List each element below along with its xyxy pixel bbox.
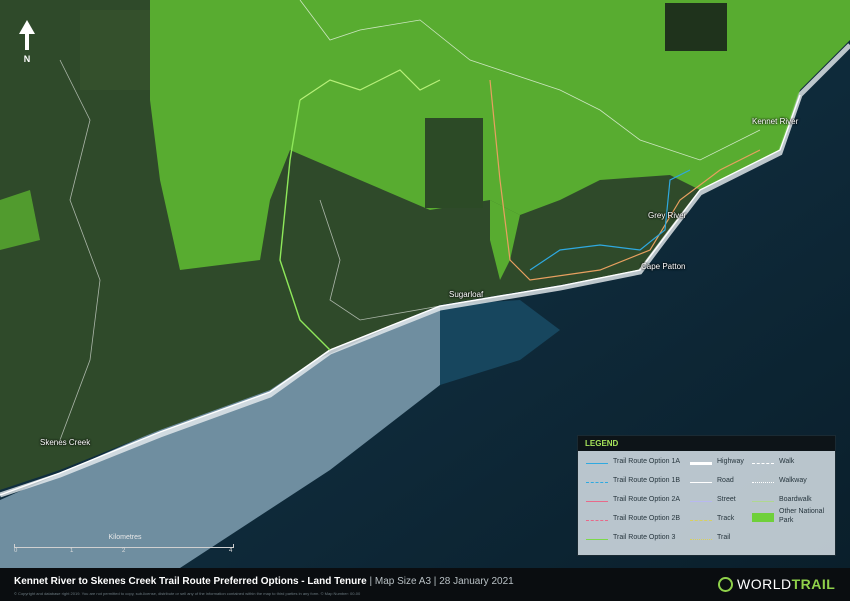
logo-word-trail: TRAIL (791, 576, 836, 592)
north-label: N (23, 54, 31, 64)
legend-swatch-2b (586, 520, 608, 521)
legend-item: Trail (717, 534, 731, 541)
legend-item: Track (717, 515, 735, 522)
map-title-block: Kennet River to Skenes Creek Trail Route… (14, 576, 514, 587)
legend-swatch-2a (586, 501, 608, 502)
legend-swatch-1a (586, 463, 608, 464)
legend-swatch-road (690, 482, 712, 483)
legend-swatch-walkway (752, 482, 774, 483)
forest-patch (425, 118, 483, 208)
forest-patch (80, 10, 150, 90)
scale-tick: 2 (122, 548, 126, 554)
footer-bar: Kennet River to Skenes Creek Trail Route… (0, 568, 850, 601)
legend-heading: LEGEND (578, 436, 835, 451)
legend-swatch-national-park (752, 513, 774, 522)
legend-item: Street (717, 496, 736, 503)
scale-tick: 0 (14, 548, 18, 554)
map-date: 28 January 2021 (439, 576, 514, 587)
map-size: Map Size A3 (374, 576, 432, 587)
north-arrow-icon (19, 20, 35, 50)
legend-item: Trail Route Option 3 (613, 534, 676, 541)
legend-swatch-walk (752, 463, 774, 464)
legend-swatch-street (690, 501, 712, 502)
legend-swatch-1b (586, 482, 608, 483)
scale-bar: Kilometres 0 1 2 4 (14, 534, 236, 558)
world-trail-logo-icon (718, 577, 733, 592)
legend-swatch-track (690, 520, 712, 521)
legend-item: Walk (779, 458, 795, 465)
legend-item: Highway (717, 458, 744, 465)
legend-swatch-highway (690, 462, 712, 465)
copyright-text: © Copyright and database right 2019. You… (14, 591, 361, 596)
legend-swatch-trail (690, 539, 712, 540)
forest-patch (665, 3, 727, 51)
place-label-skenes-creek: Skenes Creek (40, 438, 91, 447)
legend-swatch-boardwalk (752, 501, 774, 502)
legend-item: Trail Route Option 2B (613, 515, 681, 522)
legend-item: Walkway (779, 477, 807, 484)
legend-item: Other National Park (779, 508, 825, 524)
scale-tick: 1 (70, 548, 74, 554)
scale-tick: 4 (229, 548, 233, 554)
place-label-sugarloaf: Sugarloaf (449, 290, 484, 299)
legend-panel: LEGEND Trail Route Option 1A Trail Route… (577, 435, 836, 556)
legend-item: Trail Route Option 1B (613, 477, 681, 484)
legend-item: Road (717, 477, 734, 484)
place-label-grey-river: Grey River (648, 211, 687, 220)
place-label-kennet-river: Kennet River (752, 117, 799, 126)
world-trail-logo: WORLDTRAIL (718, 576, 835, 592)
legend-item: Trail Route Option 1A (613, 458, 681, 465)
logo-word-world: WORLD (737, 576, 792, 592)
place-label-cape-patton: Cape Patton (641, 262, 686, 271)
legend-item: Trail Route Option 2A (613, 496, 681, 503)
legend-swatch-3 (586, 539, 608, 540)
map-title: Kennet River to Skenes Creek Trail Route… (14, 576, 367, 587)
scale-bar-title: Kilometres (108, 534, 142, 541)
north-arrow: N (14, 18, 40, 66)
legend-item: Boardwalk (779, 496, 812, 503)
